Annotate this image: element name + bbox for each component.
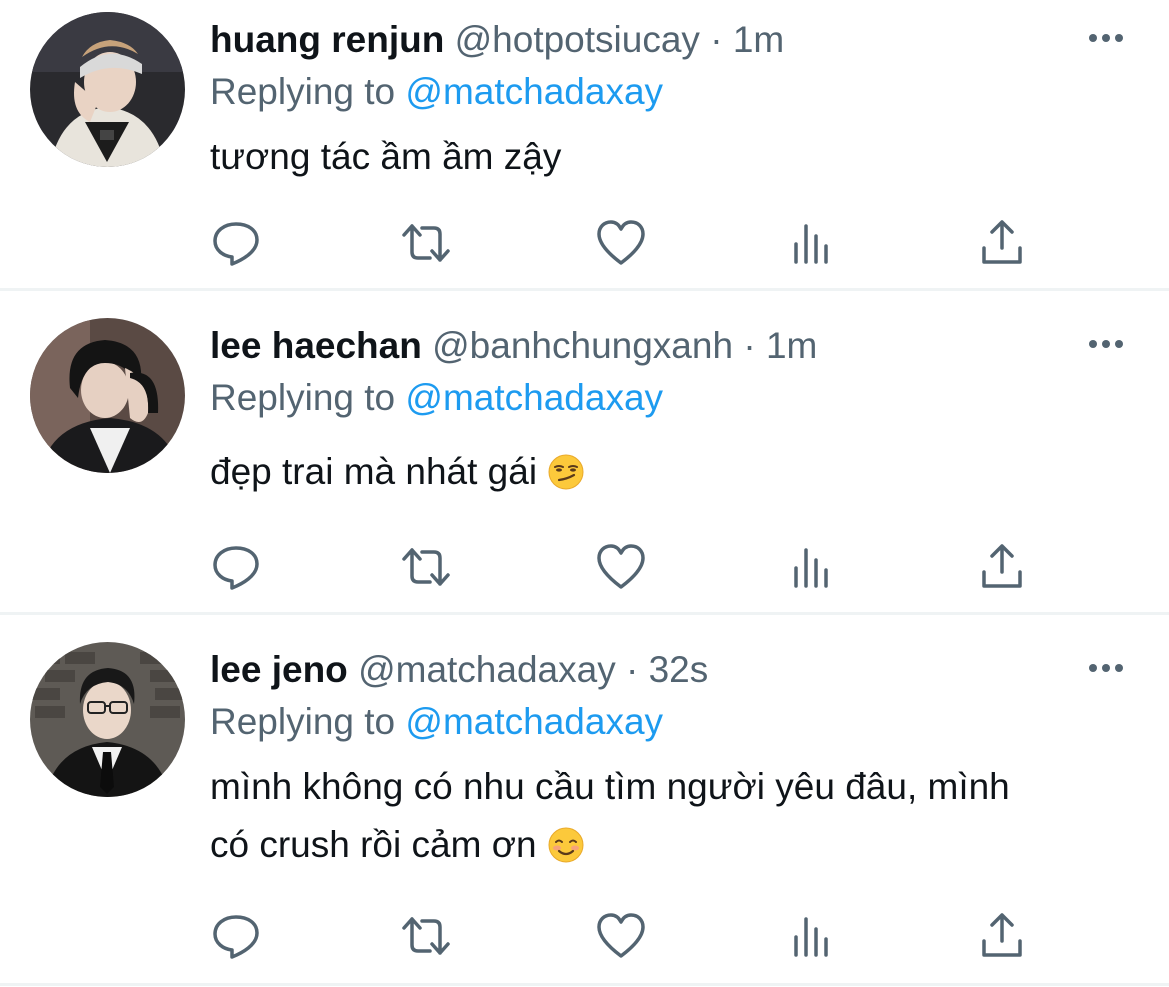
mention-link[interactable]: @matchadaxay [405, 377, 663, 418]
replying-to: Replying to @matchadaxay [210, 376, 663, 420]
tweet-text-line: tương tác ầm ầm zậy [210, 136, 562, 177]
display-name[interactable]: lee haechan [210, 325, 422, 366]
user-handle[interactable]: @matchadaxay [358, 649, 616, 690]
action-bar [210, 911, 1040, 961]
tweet-text-content: đẹp trai mà nhát gái [210, 451, 538, 492]
retweet-icon[interactable] [400, 218, 452, 268]
tweet-text: tương tác ầm ầm zậy [210, 128, 1130, 186]
user-handle[interactable]: @banhchungxanh [432, 325, 733, 366]
share-icon[interactable] [976, 218, 1028, 268]
avatar[interactable] [30, 318, 185, 473]
tweet[interactable]: lee haechan @banhchungxanh · 1m Replying… [0, 291, 1169, 615]
more-options-icon[interactable] [1086, 30, 1126, 46]
views-icon[interactable] [786, 218, 838, 268]
retweet-icon[interactable] [400, 911, 452, 961]
timestamp[interactable]: 1m [733, 19, 784, 60]
smiling-face-emoji [548, 827, 584, 863]
replying-to-label: Replying to [210, 701, 396, 742]
timestamp[interactable]: 1m [766, 325, 817, 366]
views-icon[interactable] [786, 911, 838, 961]
tweet-text-content: có crush rồi cảm ơn [210, 824, 537, 865]
divider [0, 983, 1169, 986]
avatar[interactable] [30, 12, 185, 167]
tweet-text-line: có crush rồi cảm ơn [210, 816, 1130, 874]
separator: · [710, 19, 723, 60]
reply-icon[interactable] [210, 542, 262, 592]
share-icon[interactable] [976, 542, 1028, 592]
reply-icon[interactable] [210, 911, 262, 961]
separator: · [625, 649, 639, 690]
avatar[interactable] [30, 642, 185, 797]
tweet[interactable]: huang renjun @hotpotsiucay · 1m Replying… [0, 0, 1169, 291]
action-bar [210, 542, 1040, 592]
replying-to-label: Replying to [210, 71, 396, 112]
separator: · [743, 325, 756, 366]
tweet-text-line: mình không có nhu cầu tìm người yêu đâu,… [210, 766, 1010, 807]
reply-feed: huang renjun @hotpotsiucay · 1m Replying… [0, 0, 1169, 987]
display-name[interactable]: huang renjun [210, 19, 444, 60]
views-icon[interactable] [786, 542, 838, 592]
mention-link[interactable]: @matchadaxay [405, 701, 663, 742]
share-icon[interactable] [976, 911, 1028, 961]
reply-icon[interactable] [210, 218, 262, 268]
like-icon[interactable] [595, 218, 647, 268]
display-name[interactable]: lee jeno [210, 649, 348, 690]
like-icon[interactable] [595, 911, 647, 961]
mention-link[interactable]: @matchadaxay [405, 71, 663, 112]
tweet-header: lee jeno @matchadaxay · 32s [210, 648, 708, 692]
more-options-icon[interactable] [1086, 660, 1126, 676]
replying-to-label: Replying to [210, 377, 396, 418]
replying-to: Replying to @matchadaxay [210, 700, 663, 744]
tweet-text-line: đẹp trai mà nhát gái [210, 443, 1130, 501]
smirking-face-emoji [548, 454, 584, 490]
action-bar [210, 218, 1040, 268]
like-icon[interactable] [595, 542, 647, 592]
tweet[interactable]: lee jeno @matchadaxay · 32s Replying to … [0, 615, 1169, 987]
tweet-text: mình không có nhu cầu tìm người yêu đâu,… [210, 758, 1130, 874]
tweet-header: lee haechan @banhchungxanh · 1m [210, 324, 817, 368]
user-handle[interactable]: @hotpotsiucay [455, 19, 700, 60]
tweet-header: huang renjun @hotpotsiucay · 1m [210, 18, 784, 62]
retweet-icon[interactable] [400, 542, 452, 592]
timestamp[interactable]: 32s [649, 649, 709, 690]
tweet-text: đẹp trai mà nhát gái [210, 443, 1130, 501]
replying-to: Replying to @matchadaxay [210, 70, 663, 114]
more-options-icon[interactable] [1086, 336, 1126, 352]
